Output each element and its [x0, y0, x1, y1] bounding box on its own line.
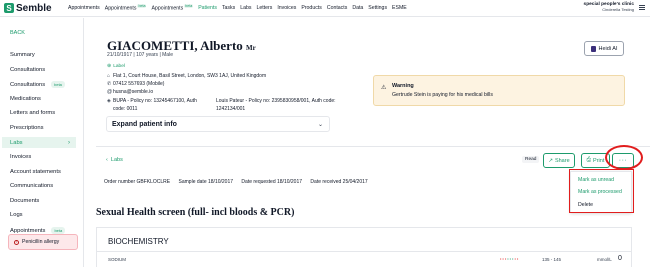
brand-logo[interactable]: S Semble	[4, 3, 68, 14]
patient-phone[interactable]: ✆ 07412 557693 (Mobile)	[107, 81, 164, 87]
beta-badge: beta	[51, 227, 66, 234]
chevron-left-icon: ‹	[106, 157, 108, 163]
date-received: Date received 25/04/2017	[310, 179, 368, 185]
share-button[interactable]: ↗ Share	[543, 153, 575, 168]
heidi-ai-button[interactable]: Heidi AI	[584, 41, 624, 56]
clinic-switcher[interactable]: special people's clinic Cinderella Testi…	[584, 2, 634, 12]
patient-policy-2: Louis Pateur - Policy no: 2395830958/001…	[216, 98, 336, 112]
result-name: SODIUM	[108, 257, 126, 262]
sidebar-item-prescriptions[interactable]: Prescriptions	[10, 125, 84, 131]
result-value: 0	[618, 255, 622, 262]
patient-label[interactable]: ⊕ Label	[107, 63, 125, 69]
nav-appointments-beta[interactable]: Appointments beta	[105, 4, 147, 12]
status-badge: Read	[522, 156, 540, 163]
nav-esme[interactable]: ESME	[392, 5, 407, 11]
sidebar-item-labs[interactable]: Labs ›	[2, 137, 76, 148]
alert-circle-icon: !	[14, 239, 19, 245]
allergy-text: Penicillin allergy	[22, 239, 60, 245]
nav-contacts[interactable]: Contacts	[327, 5, 347, 11]
warning-title: Warning	[392, 83, 414, 89]
expand-patient-info[interactable]: Expand patient info ⌄	[106, 116, 330, 132]
sidebar-item-letters-and-forms[interactable]: Letters and forms	[10, 110, 84, 116]
share-icon: ↗	[548, 157, 553, 164]
chevron-right-icon: ›	[68, 139, 70, 146]
breadcrumb-labs[interactable]: ‹ Labs	[106, 157, 123, 163]
nav-invoices[interactable]: Invoices	[277, 5, 296, 11]
sidebar-item-consultations[interactable]: Consultations	[10, 67, 84, 73]
sidebar-item-communications[interactable]: Communications	[10, 183, 84, 189]
nav-links: Appointments Appointments beta Appointmen…	[68, 0, 412, 17]
patient-sidebar: BACK Summary Consultations Consultations…	[0, 18, 84, 267]
tag-icon: ⊕	[107, 63, 112, 69]
result-unit: mmol/L	[597, 257, 612, 262]
nav-products[interactable]: Products	[301, 5, 321, 11]
beta-badge: beta	[51, 81, 65, 88]
panel-divider	[96, 251, 632, 252]
patient-email[interactable]: @ husna@semble.io	[107, 89, 153, 95]
nav-patients[interactable]: Patients	[198, 5, 217, 11]
patient-address: ⌂ Flat 1, Court House, Basil Street, Lond…	[107, 73, 267, 79]
back-link[interactable]: BACK	[10, 30, 25, 36]
reference-range: 135 - 145	[542, 257, 562, 262]
sidebar-item-medications[interactable]: Medications	[10, 96, 84, 102]
allergy-alert[interactable]: ! Penicillin allergy	[8, 234, 78, 250]
sidebar-item-summary[interactable]: Summary	[10, 52, 84, 58]
section-divider	[96, 146, 650, 147]
section-title: BIOCHEMISTRY	[108, 237, 169, 246]
warning-triangle-icon: ⚠	[381, 85, 387, 91]
patient-demographics: 21/10/1917 | 107 years | Male	[107, 52, 173, 58]
heidi-logo-icon	[590, 45, 596, 52]
warning-banner: ⚠ Warning Gertrude Stein is paying for h…	[373, 75, 625, 106]
report-title: Sexual Health screen (full- incl bloods …	[96, 207, 295, 218]
nav-data[interactable]: Data	[352, 5, 363, 11]
highlight-box	[569, 169, 634, 213]
sidebar-item-appointments-beta[interactable]: Appointments beta	[10, 227, 84, 234]
sample-date: Sample date 18/10/2017	[178, 179, 234, 185]
hamburger-menu-icon[interactable]	[639, 5, 645, 11]
range-indicator: ••••••••	[500, 256, 520, 261]
print-icon: ⎙	[586, 157, 592, 163]
nav-tasks[interactable]: Tasks	[222, 5, 235, 11]
sidebar-item-invoices[interactable]: Invoices	[10, 154, 84, 160]
patient-policy-1: ◈ BUPA - Policy no: 13245467100, Auth code…	[107, 98, 197, 112]
sidebar-item-account-statements[interactable]: Account statements	[10, 169, 84, 175]
nav-letters[interactable]: Letters	[256, 5, 272, 11]
nav-settings[interactable]: Settings	[368, 5, 387, 11]
expand-label: Expand patient info	[112, 120, 177, 128]
sidebar-item-documents[interactable]: Documents	[10, 198, 84, 204]
top-nav: S Semble Appointments Appointments beta A…	[0, 0, 650, 17]
order-number: Order number GBFKLOCLRE	[104, 179, 171, 185]
nav-appointments-beta-2[interactable]: Appointments beta	[151, 4, 194, 12]
order-details: Order number GBFKLOCLRE Sample date 18/1…	[104, 179, 375, 185]
warning-text: Gertrude Stein is paying for his medical…	[392, 92, 493, 98]
chevron-down-icon: ⌄	[317, 122, 323, 128]
semble-logo-icon: S	[4, 3, 14, 13]
sidebar-item-consultations-beta[interactable]: Consultations beta	[10, 81, 84, 88]
highlight-circle	[605, 145, 643, 170]
nav-appointments[interactable]: Appointments	[68, 5, 100, 11]
clinic-user: Cinderella Testing	[602, 6, 634, 12]
sidebar-item-logs[interactable]: Logs	[10, 212, 84, 218]
nav-labs[interactable]: Labs	[240, 5, 251, 11]
date-requested: Date requested 18/10/2017	[241, 179, 303, 185]
brand-name: Semble	[16, 2, 52, 14]
